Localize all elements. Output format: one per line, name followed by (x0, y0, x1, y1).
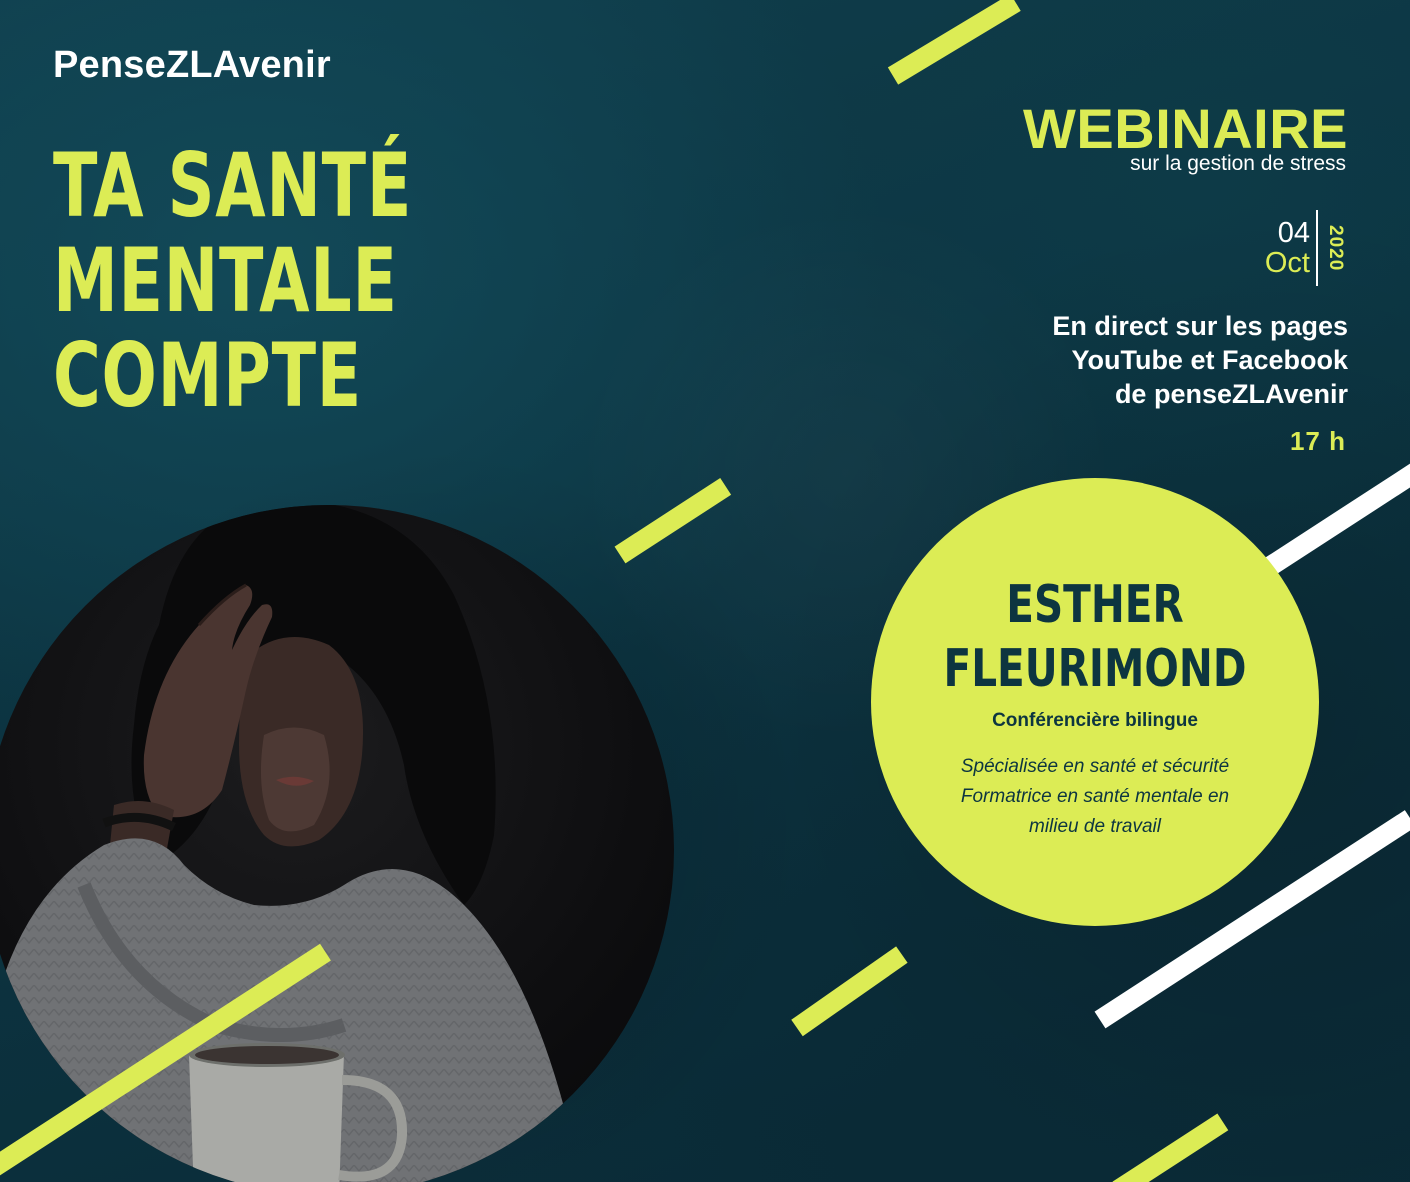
speaker-desc-line-2: Formatrice en santé mentale en (960, 786, 1230, 807)
event-day: 04 (1277, 217, 1310, 249)
live-line-3: de penseZLAvenir (1114, 379, 1348, 409)
photo-illustration (0, 505, 582, 1182)
event-time: 17 h (1289, 426, 1346, 456)
speaker-first-name: ESTHER (1006, 575, 1184, 635)
decor-stripe (791, 946, 908, 1037)
stressed-woman-photo (0, 505, 674, 1182)
headline-line-1: TA SANTÉ (53, 134, 413, 237)
event-month: Oct (1264, 247, 1310, 279)
event-year: 2020 (1325, 224, 1346, 272)
speaker-card: ESTHER FLEURIMOND Conférencière bilingue… (871, 478, 1319, 926)
event-topic: sur la gestion de stress (1130, 152, 1346, 175)
decor-stripe (1112, 1113, 1229, 1182)
live-line-1: En direct sur les pages (1052, 311, 1348, 341)
event-date: 04 Oct 2020 (1265, 210, 1346, 286)
speaker-description: Spécialisée en santé et sécurité Formatr… (871, 752, 1319, 842)
brand-logo-text: PenseZLAvenir (53, 44, 331, 86)
live-line-2: YouTube et Facebook (1071, 345, 1348, 375)
headline-line-3: COMPTE (53, 324, 363, 427)
speaker-name: ESTHER FLEURIMOND (871, 573, 1319, 701)
decor-stripe (887, 0, 1021, 85)
headline: TA SANTÉ MENTALE COMPTE (53, 138, 412, 423)
live-stream-info: En direct sur les pages YouTube et Faceb… (1052, 309, 1348, 411)
headline-line-2: MENTALE (53, 229, 398, 332)
speaker-last-name: FLEURIMOND (943, 639, 1247, 699)
date-separator (1316, 210, 1318, 286)
speaker-desc-line-1: Spécialisée en santé et sécurité (960, 756, 1230, 777)
speaker-desc-line-3: milieu de travail (1029, 816, 1161, 837)
speaker-role: Conférencière bilingue (992, 710, 1198, 731)
webinar-poster: PenseZLAvenir TA SANTÉ MENTALE COMPTE WE… (0, 0, 1410, 1182)
